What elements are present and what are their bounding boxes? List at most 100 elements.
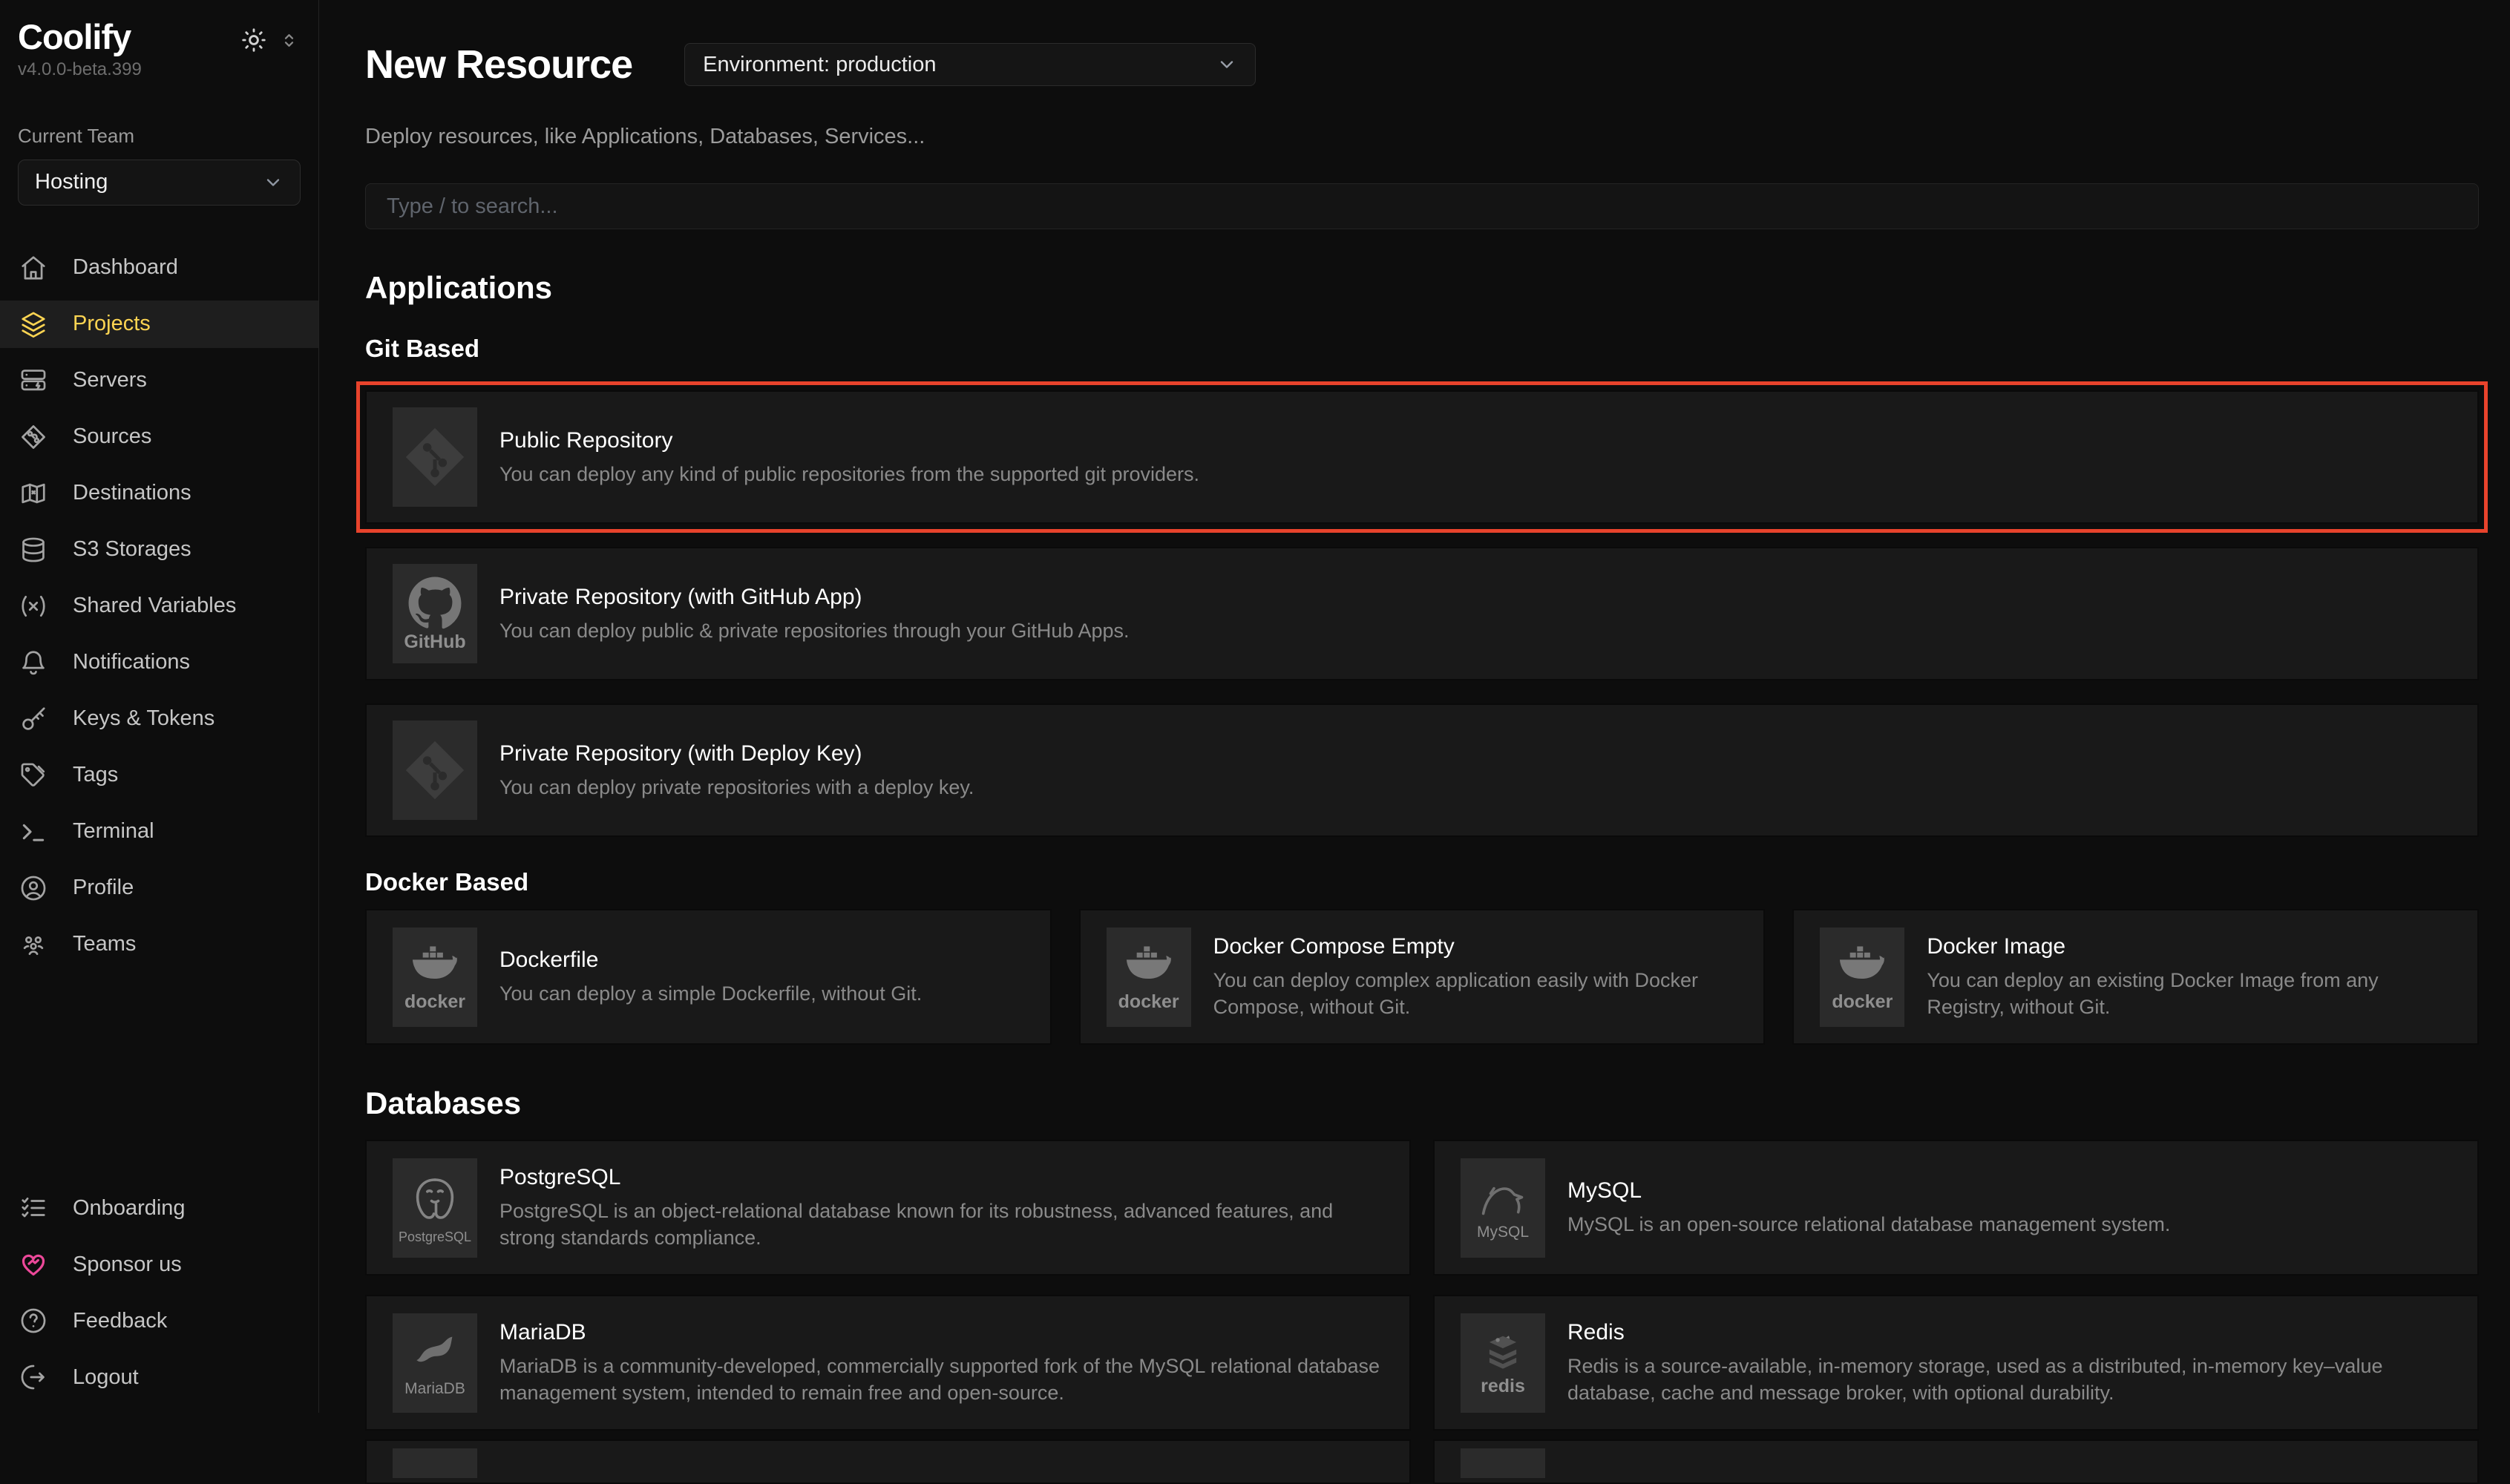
sidebar-item-label: Teams [73, 932, 136, 956]
card-private-repository-github-app[interactable]: GitHub Private Repository (with GitHub A… [365, 547, 2479, 680]
logout-icon [19, 1363, 47, 1391]
sidebar-item-label: Shared Variables [73, 594, 236, 618]
sidebar-item-profile[interactable]: Profile [0, 864, 318, 912]
sidebar-item-label: Feedback [73, 1309, 167, 1333]
card-title: Private Repository (with GitHub App) [499, 584, 1130, 611]
card-postgresql[interactable]: PostgreSQL PostgreSQL PostgreSQL is an o… [365, 1140, 1411, 1275]
map-icon [19, 479, 47, 508]
card-text: Docker Image You can deploy an existing … [1927, 933, 2455, 1020]
sidebar-item-label: Profile [73, 876, 134, 900]
sidebar-item-logout[interactable]: Logout [0, 1353, 318, 1401]
card-description: You can deploy an existing Docker Image … [1927, 968, 2455, 1020]
tile-caption: docker [1832, 993, 1893, 1011]
card-redis[interactable]: redis Redis Redis is a source-available,… [1433, 1295, 2479, 1431]
card-description: You can deploy complex application easil… [1213, 968, 1742, 1020]
card-icon-tile: GitHub [393, 564, 477, 663]
sidebar-item-label: Terminal [73, 819, 154, 844]
sidebar-item-label: Keys & Tokens [73, 706, 214, 731]
database-icon [19, 536, 47, 564]
terminal-icon [19, 818, 47, 846]
partial-card[interactable] [1433, 1439, 2479, 1484]
layers-icon [19, 310, 47, 338]
app-version: v4.0.0-beta.399 [18, 59, 318, 80]
card-title: Private Repository (with Deploy Key) [499, 741, 974, 767]
mariadb-icon [408, 1330, 462, 1379]
card-icon-tile: redis [1461, 1313, 1545, 1413]
user-circle-icon [19, 874, 47, 902]
partial-card[interactable] [365, 1439, 1411, 1484]
card-icon-tile: docker [1820, 928, 1904, 1027]
docker-icon [1833, 943, 1891, 991]
instance-switcher-button[interactable] [279, 30, 299, 50]
sidebar-item-projects[interactable]: Projects [0, 301, 318, 348]
environment-select-value: Environment: production [703, 53, 936, 77]
database-card-list-overflow [365, 1439, 2479, 1484]
postgresql-icon [408, 1172, 462, 1228]
tile-caption: docker [404, 993, 465, 1011]
git-icon [401, 736, 469, 804]
card-text: MySQL MySQL is an open-source relational… [1567, 1178, 2170, 1238]
card-description: Redis is a source-available, in-memory s… [1567, 1353, 2455, 1406]
sidebar-item-label: Projects [73, 312, 151, 336]
heart-hands-icon [19, 1250, 47, 1278]
home-icon [19, 254, 47, 282]
card-text: Dockerfile You can deploy a simple Docke… [499, 947, 922, 1008]
card-title: PostgreSQL [499, 1164, 1387, 1191]
sidebar-item-servers[interactable]: Servers [0, 357, 318, 404]
card-icon-tile: docker [1107, 928, 1191, 1027]
sidebar-item-teams[interactable]: Teams [0, 921, 318, 968]
page-title: New Resource [365, 42, 632, 88]
sidebar-item-feedback[interactable]: Feedback [0, 1297, 318, 1345]
card-private-repository-deploy-key[interactable]: Private Repository (with Deploy Key) You… [365, 703, 2479, 837]
card-mysql[interactable]: MySQL MySQL MySQL is an open-source rela… [1433, 1140, 2479, 1275]
sidebar-item-onboarding[interactable]: Onboarding [0, 1184, 318, 1232]
sidebar-item-sponsor-us[interactable]: Sponsor us [0, 1241, 318, 1288]
card-text: MariaDB MariaDB is a community-developed… [499, 1319, 1387, 1406]
sidebar-nav: Dashboard Projects Servers Sources Desti… [0, 244, 318, 977]
sidebar-header: Coolify [0, 0, 318, 56]
sidebar-item-label: Destinations [73, 481, 191, 505]
card-docker-image[interactable]: docker Docker Image You can deploy an ex… [1792, 909, 2479, 1045]
theme-toggle-button[interactable] [240, 27, 267, 53]
environment-select[interactable]: Environment: production [684, 43, 1256, 86]
sidebar-item-dashboard[interactable]: Dashboard [0, 244, 318, 292]
team-select[interactable]: Hosting [18, 160, 301, 206]
git-icon [401, 423, 469, 491]
sidebar-item-label: Sponsor us [73, 1252, 182, 1277]
page-subtitle: Deploy resources, like Applications, Dat… [365, 125, 2479, 149]
sidebar-item-shared-variables[interactable]: Shared Variables [0, 582, 318, 630]
sidebar-item-label: Servers [73, 368, 147, 393]
card-docker-compose-empty[interactable]: docker Docker Compose Empty You can depl… [1079, 909, 1766, 1045]
sidebar-header-icons [240, 27, 299, 53]
card-icon-tile: MySQL [1461, 1158, 1545, 1258]
help-circle-icon [19, 1307, 47, 1335]
sidebar-item-notifications[interactable]: Notifications [0, 639, 318, 686]
card-icon-tile [393, 1448, 477, 1478]
tile-caption: redis [1481, 1377, 1525, 1396]
search-input[interactable] [385, 194, 2459, 220]
card-description: PostgreSQL is an object-relational datab… [499, 1198, 1387, 1251]
sidebar-item-s3-storages[interactable]: S3 Storages [0, 526, 318, 574]
applications-heading: Applications [365, 272, 2479, 303]
server-icon [19, 367, 47, 395]
sidebar-item-keys-tokens[interactable]: Keys & Tokens [0, 695, 318, 743]
selector-icon [279, 30, 299, 50]
card-title: Redis [1567, 1319, 2455, 1346]
sidebar-item-destinations[interactable]: Destinations [0, 470, 318, 517]
sidebar-item-tags[interactable]: Tags [0, 752, 318, 799]
card-public-repository[interactable]: Public Repository You can deploy any kin… [365, 390, 2479, 524]
docker-icon [406, 943, 464, 991]
docker-icon [1120, 943, 1178, 991]
search-bar[interactable] [365, 183, 2479, 229]
card-dockerfile[interactable]: docker Dockerfile You can deploy a simpl… [365, 909, 1052, 1045]
card-description: You can deploy private repositories with… [499, 775, 974, 801]
card-icon-tile [393, 407, 477, 507]
sidebar-item-terminal[interactable]: Terminal [0, 808, 318, 856]
sidebar-item-label: Tags [73, 763, 118, 787]
sidebar-bottom-nav: Onboarding Sponsor us Feedback Logout [0, 1184, 318, 1410]
git-based-heading: Git Based [365, 336, 2479, 361]
sidebar-item-label: Logout [73, 1365, 139, 1390]
git-diamond-icon [19, 423, 47, 451]
sidebar-item-sources[interactable]: Sources [0, 413, 318, 461]
card-mariadb[interactable]: MariaDB MariaDB MariaDB is a community-d… [365, 1295, 1411, 1431]
